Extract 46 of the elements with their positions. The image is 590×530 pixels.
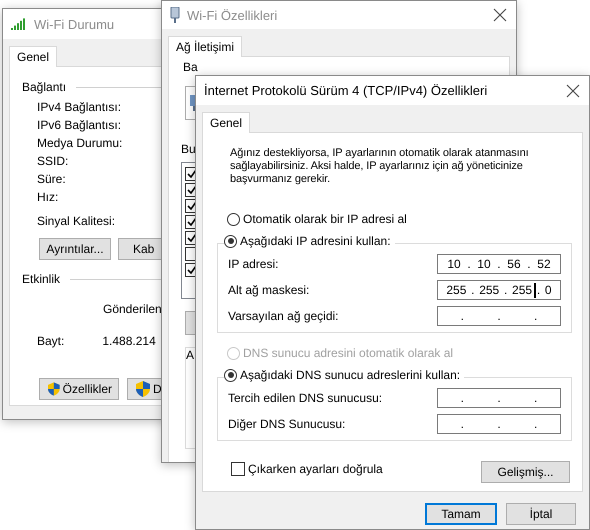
field-label: IP adresi: [228, 257, 278, 271]
window-title: Wi-Fi Durumu [34, 16, 114, 32]
list-label: Bu [181, 141, 196, 158]
signal-icon [11, 18, 27, 30]
column-header: Gönderilen [103, 301, 162, 318]
field-label: Ba [183, 60, 198, 74]
tab[interactable]: Genel [9, 46, 58, 67]
validate-checkbox[interactable]: Çıkarken ayarları doğrula [231, 462, 383, 476]
ip-address-field[interactable]: 255 . 255 . 255 . 0 [437, 280, 561, 300]
ip-address-field[interactable]: . . . [437, 414, 561, 434]
field-label: Diğer DNS Sunucusu: [228, 417, 346, 431]
ip-address-field[interactable]: 10 . 10 . 56 . 52 [437, 254, 561, 274]
radio-option[interactable]: Otomatik olarak bir IP adresi al [227, 212, 582, 226]
field-label: Alt ağ maskesi: [228, 283, 310, 297]
row-label: Bayt: [37, 333, 64, 350]
field-label: IPv4 Bağlantısı: [37, 99, 122, 116]
field-label: Varsayılan ağ geçidi: [228, 309, 339, 323]
window-title: Wi-Fi Özellikleri [187, 8, 278, 22]
field-label: Sinyal Kalitesi: [37, 213, 116, 230]
close-icon[interactable] [565, 82, 581, 98]
field-label: Tercih edilen DNS sunucusu: [228, 391, 382, 405]
ok-button[interactable]: Tamam [425, 503, 497, 525]
tab[interactable]: Ağ İletişimi [168, 36, 242, 57]
shield-button[interactable]: Özellikler [39, 378, 119, 400]
ip-address-field[interactable]: . . . [437, 388, 561, 408]
adapter-icon [170, 7, 180, 23]
ip-address-field[interactable]: . . . [437, 306, 561, 326]
field-label: Hız: [37, 189, 58, 206]
shield-icon [136, 381, 150, 397]
section-heading: Bağlantı [22, 80, 66, 94]
group-label: A [186, 348, 194, 362]
checkmark-icon [187, 265, 197, 275]
section-heading: Etkinlik [22, 272, 60, 286]
field-label: Süre: [37, 171, 66, 188]
description-text: Ağınız destekliyorsa, IP ayarlarının otomatik olarak atanmasını sağlayabilirsiniz. Aksi halde, IP ayarlarınız için ağ yöneticinize başvurmanız gerekir. [230, 147, 530, 186]
field-label: IPv6 Bağlantısı: [37, 117, 122, 134]
sent-bytes: 1.488.214 [102, 333, 156, 350]
cancel-button[interactable]: İptal [506, 503, 576, 525]
shield-icon [48, 381, 60, 397]
advanced-button[interactable]: Gelişmiş... [481, 461, 570, 483]
dialog-title: İnternet Protokolü Sürüm 4 (TCP/IPv4) Özellikleri [204, 83, 488, 98]
field-label: Medya Durumu: [37, 135, 122, 152]
details-button[interactable]: Ayrıntılar... [39, 238, 111, 260]
close-icon[interactable] [492, 7, 508, 23]
tab[interactable]: Genel [202, 112, 250, 133]
field-label: SSID: [37, 153, 68, 170]
